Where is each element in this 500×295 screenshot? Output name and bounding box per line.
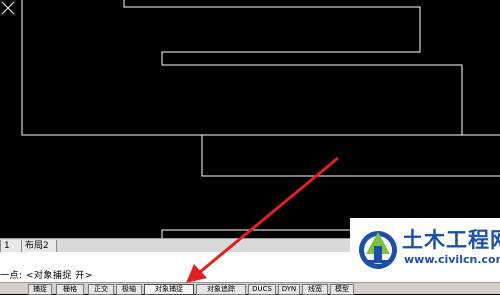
grid-toggle-button[interactable]: 栅格 [56,284,84,295]
osnap-toggle-button[interactable]: 对象捕捉 [144,284,194,295]
watermark: 土木工程网 www.civilcn.com [350,218,500,280]
watermark-title: 土木工程网 [402,228,500,252]
ortho-toggle-button[interactable]: 正交 [88,284,114,295]
otrack-toggle-button[interactable]: 对象追踪 [196,284,246,295]
dyn-toggle-button[interactable]: DYN [278,284,300,295]
status-bar: 捕捉 栅格 正交 极轴 对象捕捉 对象追踪 DUCS DYN 线宽 模型 [0,282,500,295]
model-toggle-button[interactable]: 模型 [330,284,354,295]
polar-toggle-button[interactable]: 极轴 [116,284,142,295]
command-prompt-text: 一点: <对象捕捉 开> [0,271,93,281]
drawing-canvas[interactable] [0,0,500,238]
lineweight-toggle-button[interactable]: 线宽 [302,284,328,295]
watermark-url: www.civilcn.com [404,253,500,266]
ducs-toggle-button[interactable]: DUCS [248,284,276,295]
snap-toggle-button[interactable]: 捕捉 [28,284,52,295]
ucs-icon [1,1,15,15]
civilcn-logo-icon [359,231,397,269]
zigzag-polyline[interactable] [0,0,500,238]
